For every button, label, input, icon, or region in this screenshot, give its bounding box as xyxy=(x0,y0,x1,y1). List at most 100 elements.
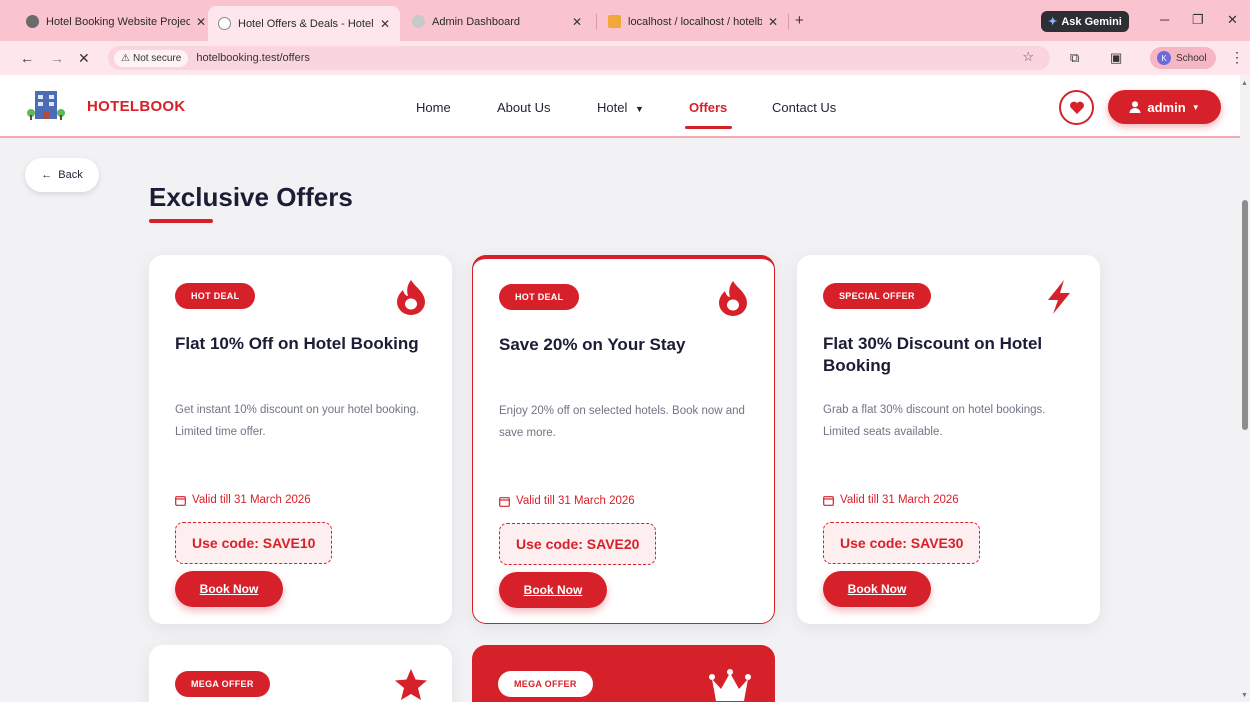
arrow-left-icon: ← xyxy=(41,169,53,181)
browser-menu-icon[interactable]: ⋮ xyxy=(1230,49,1244,66)
wishlist-button[interactable] xyxy=(1059,90,1094,125)
restore-icon[interactable]: ❐ xyxy=(1192,12,1204,28)
nav-offers[interactable]: Offers xyxy=(689,100,727,115)
calendar-icon xyxy=(499,496,510,507)
back-button[interactable]: ← Back xyxy=(25,158,99,192)
scroll-down-icon[interactable]: ▼ xyxy=(1241,692,1248,699)
close-window-icon[interactable]: ✕ xyxy=(1227,12,1238,28)
offer-validity: Valid till 31 March 2026 xyxy=(823,494,959,506)
nav-about[interactable]: About Us xyxy=(497,100,550,115)
book-now-button[interactable]: Book Now xyxy=(175,571,283,607)
nav-home[interactable]: Home xyxy=(416,100,451,115)
close-tab-icon[interactable]: ✕ xyxy=(380,17,390,31)
title-underline xyxy=(149,219,213,223)
bolt-icon xyxy=(1048,280,1070,314)
profile-button[interactable]: K School xyxy=(1150,47,1216,69)
nav-contact[interactable]: Contact Us xyxy=(772,100,836,115)
caret-down-icon: ▼ xyxy=(1191,102,1200,112)
scrollbar-thumb[interactable] xyxy=(1242,200,1248,430)
page-icon xyxy=(412,15,425,28)
crown-icon xyxy=(709,669,751,701)
ask-gemini-button[interactable]: ✦ Ask Gemini xyxy=(1041,11,1129,32)
promo-code[interactable]: Use code: SAVE30 xyxy=(823,522,981,564)
security-indicator[interactable]: ⚠ Not secure xyxy=(114,49,189,67)
browser-tab-bar: Hotel Booking Website Project ✕ Hotel Of… xyxy=(0,0,1250,41)
offer-card: MEGA OFFER xyxy=(149,645,452,702)
chrome-icon xyxy=(26,15,39,28)
book-now-button[interactable]: Book Now xyxy=(823,571,931,607)
profile-avatar: K xyxy=(1157,51,1171,65)
offer-description: Grab a flat 30% discount on hotel bookin… xyxy=(823,404,1046,438)
offer-description: Get instant 10% discount on your hotel b… xyxy=(175,404,420,438)
offer-card-featured: MEGA OFFER xyxy=(472,645,775,702)
bookmark-star-icon[interactable]: ☆ xyxy=(1022,49,1034,65)
offer-validity: Valid till 31 March 2026 xyxy=(499,495,635,507)
caret-down-icon: ▼ xyxy=(634,104,644,114)
forward-arrow-icon[interactable]: → xyxy=(50,50,64,66)
warning-icon: ⚠ xyxy=(121,52,130,64)
back-label: Back xyxy=(58,169,83,181)
close-tab-icon[interactable]: ✕ xyxy=(196,15,206,29)
phpmyadmin-icon xyxy=(608,15,621,28)
browser-tab-1[interactable]: Hotel Booking Website Project ✕ xyxy=(16,8,216,35)
offer-badge: MEGA OFFER xyxy=(175,671,270,697)
user-icon xyxy=(1129,101,1141,113)
site-navbar: HOTELBOOK Home About Us Hotel ▼ Offers C… xyxy=(0,75,1240,138)
user-menu-button[interactable]: admin ▼ xyxy=(1108,90,1221,124)
nav-hotel-dropdown[interactable]: Hotel ▼ xyxy=(597,100,644,115)
offer-badge: SPECIAL OFFER xyxy=(823,283,931,309)
loading-icon xyxy=(218,17,231,30)
not-secure-label: Not secure xyxy=(132,52,182,64)
promo-code[interactable]: Use code: SAVE20 xyxy=(499,523,657,565)
web-page: HOTELBOOK Home About Us Hotel ▼ Offers C… xyxy=(0,75,1250,702)
url-text[interactable]: hotelbooking.test/offers xyxy=(196,52,310,64)
fire-icon xyxy=(397,280,425,315)
profile-name: School xyxy=(1176,52,1207,64)
ask-gemini-label: Ask Gemini xyxy=(1061,15,1122,28)
offer-title: Flat 10% Off on Hotel Booking xyxy=(175,334,419,353)
tab-title: Hotel Booking Website Project xyxy=(46,15,190,28)
offer-badge: MEGA OFFER xyxy=(498,671,593,697)
minimize-icon[interactable]: ─ xyxy=(1160,12,1169,27)
promo-code[interactable]: Use code: SAVE10 xyxy=(175,522,333,564)
side-panel-icon[interactable]: ▣ xyxy=(1110,50,1122,66)
hotel-building-icon[interactable] xyxy=(26,89,66,121)
tab-title: localhost / localhost / hotelboo xyxy=(628,15,762,28)
fire-icon xyxy=(719,281,747,316)
tab-separator xyxy=(596,14,597,30)
address-bar[interactable]: ⚠ Not secure hotelbooking.test/offers ☆ xyxy=(108,46,1050,70)
browser-tab-3[interactable]: Admin Dashboard ✕ xyxy=(402,8,592,35)
offer-description: Enjoy 20% off on selected hotels. Book n… xyxy=(499,405,745,439)
active-nav-indicator xyxy=(685,126,732,129)
gemini-icon: ✦ xyxy=(1048,16,1058,28)
back-arrow-icon[interactable]: ← xyxy=(20,50,34,66)
nav-hotel-label: Hotel xyxy=(597,100,628,115)
new-tab-icon[interactable]: + xyxy=(795,12,804,29)
validity-text: Valid till 31 March 2026 xyxy=(516,495,635,507)
tab-separator xyxy=(788,14,789,30)
brand-name[interactable]: HOTELBOOK xyxy=(87,98,186,115)
scroll-up-icon[interactable]: ▲ xyxy=(1241,80,1248,87)
browser-tab-2[interactable]: Hotel Offers & Deals - HotelBo ✕ xyxy=(208,6,400,41)
offer-card: SPECIAL OFFER Flat 30% Discount on Hotel… xyxy=(797,255,1100,624)
offer-title: Flat 30% Discount on Hotel Booking xyxy=(823,334,1043,375)
calendar-icon xyxy=(175,495,186,506)
extensions-icon[interactable]: ⧉ xyxy=(1070,50,1079,66)
stop-loading-icon[interactable]: ✕ xyxy=(78,50,90,67)
tab-title: Admin Dashboard xyxy=(432,15,521,28)
page-scrollbar[interactable]: ▲ ▼ xyxy=(1240,75,1250,702)
offer-card: HOT DEAL Flat 10% Off on Hotel Booking G… xyxy=(149,255,452,624)
close-tab-icon[interactable]: ✕ xyxy=(572,15,582,29)
page-title: Exclusive Offers xyxy=(149,182,353,212)
star-icon xyxy=(395,669,427,700)
browser-tab-4[interactable]: localhost / localhost / hotelboo ✕ xyxy=(598,8,788,35)
tab-title: Hotel Offers & Deals - HotelBo xyxy=(238,17,374,30)
heart-icon xyxy=(1069,101,1084,114)
browser-toolbar: ← → ✕ ⚠ Not secure hotelbooking.test/off… xyxy=(0,41,1250,75)
calendar-icon xyxy=(823,495,834,506)
book-now-button[interactable]: Book Now xyxy=(499,572,607,608)
offer-badge: HOT DEAL xyxy=(499,284,580,310)
offer-title: Save 20% on Your Stay xyxy=(499,335,686,354)
validity-text: Valid till 31 March 2026 xyxy=(840,494,959,506)
close-tab-icon[interactable]: ✕ xyxy=(768,15,778,29)
